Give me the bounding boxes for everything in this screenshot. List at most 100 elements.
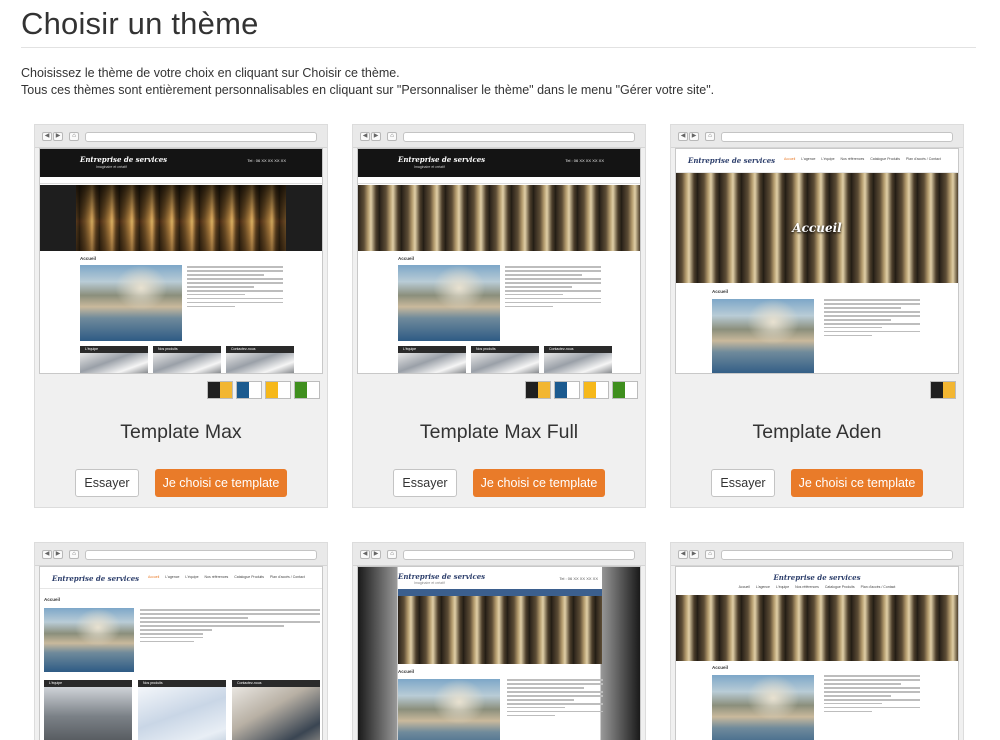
mock-photo bbox=[80, 265, 182, 341]
home-icon: ⌂ bbox=[387, 550, 397, 559]
swatch-color-2[interactable] bbox=[236, 381, 262, 399]
page-title: Choisir un thème bbox=[21, 6, 259, 41]
intro-line-2: Tous ces thèmes sont entièrement personn… bbox=[21, 83, 715, 97]
mock-photo bbox=[712, 299, 814, 373]
mock-box: Contactez-nous bbox=[544, 346, 612, 373]
forward-icon: ▶ bbox=[371, 132, 381, 141]
choose-template-button[interactable]: Je choisi ce template bbox=[473, 469, 605, 497]
swatch-color-1[interactable] bbox=[525, 381, 551, 399]
template-card-aden: ◀ ▶ ⌂ Entreprise de services Accueil L'ag… bbox=[670, 124, 964, 508]
mock-phone: Tel : 06 XX XX XX XX bbox=[559, 576, 598, 581]
home-icon: ⌂ bbox=[69, 132, 79, 141]
swatch-color-3[interactable] bbox=[265, 381, 291, 399]
template-preview[interactable]: Entreprise de services Imaginaire et cré… bbox=[357, 148, 641, 374]
swatch-color-3[interactable] bbox=[583, 381, 609, 399]
back-icon: ◀ bbox=[360, 550, 370, 559]
mock-logo: Entreprise de services bbox=[773, 573, 861, 582]
browser-chrome: ◀ ▶ ⌂ bbox=[671, 543, 963, 566]
try-button[interactable]: Essayer bbox=[711, 469, 775, 497]
mock-box: Nos produits bbox=[471, 346, 539, 373]
mock-text bbox=[824, 299, 920, 339]
forward-icon: ▶ bbox=[371, 550, 381, 559]
color-swatches bbox=[930, 381, 956, 399]
mock-nav: AccueilL'agenceL'équipeNos référencesCat… bbox=[784, 157, 941, 161]
url-bar bbox=[403, 550, 635, 560]
url-bar bbox=[85, 132, 317, 142]
mock-photo bbox=[398, 265, 500, 341]
forward-icon: ▶ bbox=[689, 132, 699, 141]
url-bar bbox=[85, 550, 317, 560]
url-bar bbox=[721, 132, 953, 142]
back-icon: ◀ bbox=[42, 550, 52, 559]
forward-icon: ▶ bbox=[689, 550, 699, 559]
swatch-color-1[interactable] bbox=[930, 381, 956, 399]
mock-logo: Entreprise de services bbox=[398, 155, 486, 164]
template-card-5: ◀ ▶ ⌂ Entreprise de services Imaginaire … bbox=[352, 542, 646, 740]
mock-header: Entreprise de services Imaginaire et cré… bbox=[398, 567, 602, 589]
mock-section-title: Accueil bbox=[398, 256, 415, 261]
home-icon: ⌂ bbox=[387, 132, 397, 141]
back-icon: ◀ bbox=[42, 132, 52, 141]
browser-chrome: ◀ ▶ ⌂ bbox=[671, 125, 963, 148]
template-card-max: ◀ ▶ ⌂ Entreprise de services Imaginaire … bbox=[34, 124, 328, 508]
mock-section-title: Accueil bbox=[80, 256, 97, 261]
color-swatches bbox=[525, 381, 638, 399]
swatch-color-1[interactable] bbox=[207, 381, 233, 399]
template-preview[interactable]: Entreprise de services Imaginaire et cré… bbox=[357, 566, 641, 740]
mock-box: Contactez-nous bbox=[226, 346, 294, 373]
home-icon: ⌂ bbox=[705, 132, 715, 141]
mock-photo bbox=[712, 675, 814, 740]
template-preview[interactable]: Entreprise de services Accueil L'agence L'… bbox=[675, 148, 959, 374]
mock-logo: Entreprise de services bbox=[398, 572, 486, 581]
mock-phone: Tel : 06 XX XX XX XX bbox=[247, 158, 286, 163]
mock-text bbox=[187, 266, 283, 310]
url-bar bbox=[403, 132, 635, 142]
mock-hero-image bbox=[398, 596, 602, 664]
swatch-color-2[interactable] bbox=[554, 381, 580, 399]
mock-hero-image: Accueil bbox=[676, 173, 958, 283]
choose-template-button[interactable]: Je choisi ce template bbox=[155, 469, 287, 497]
mock-box: L'équipe bbox=[398, 346, 466, 373]
choose-template-button[interactable]: Je choisi ce template bbox=[791, 469, 923, 497]
mock-header: Entreprise de services Imaginaire et cré… bbox=[358, 149, 640, 177]
title-divider bbox=[21, 47, 976, 48]
template-preview[interactable]: Entreprise de services Imaginaire et cré… bbox=[39, 148, 323, 374]
template-card-max-full: ◀ ▶ ⌂ Entreprise de services Imaginaire … bbox=[352, 124, 646, 508]
mock-box: L'équipe bbox=[44, 680, 132, 740]
template-card-4: ◀ ▶ ⌂ Entreprise de services Accueil L'ag… bbox=[34, 542, 328, 740]
mock-logo: Entreprise de services bbox=[688, 156, 776, 165]
mock-hero-image bbox=[358, 185, 640, 251]
mock-nav: AccueilL'agenceL'équipeNos référencesCat… bbox=[358, 177, 640, 191]
mock-header: Entreprise de services Accueil L'agence L'… bbox=[40, 567, 322, 589]
mock-nav: AccueilL'agenceL'équipeNos référencesCat… bbox=[40, 177, 322, 191]
mock-text bbox=[140, 609, 320, 645]
url-bar bbox=[721, 550, 953, 560]
template-name: Template Max bbox=[120, 421, 242, 443]
mock-tagline: Imaginaire et créatif bbox=[414, 581, 445, 585]
mock-hero-image bbox=[40, 185, 322, 251]
template-preview[interactable]: Entreprise de services Accueil L'agence L'… bbox=[675, 566, 959, 740]
try-button[interactable]: Essayer bbox=[75, 469, 139, 497]
mock-box: Nos produits bbox=[138, 680, 226, 740]
forward-icon: ▶ bbox=[53, 132, 63, 141]
swatch-color-4[interactable] bbox=[612, 381, 638, 399]
template-name: Template Aden bbox=[752, 421, 882, 443]
mock-text bbox=[505, 266, 601, 310]
mock-photo bbox=[398, 679, 500, 740]
try-button[interactable]: Essayer bbox=[393, 469, 457, 497]
mock-tagline: Imaginaire et créatif bbox=[96, 165, 127, 169]
mock-text bbox=[824, 675, 920, 715]
mock-nav: AccueilL'agenceL'équipeNos référencesCat… bbox=[148, 575, 305, 579]
swatch-color-4[interactable] bbox=[294, 381, 320, 399]
template-preview[interactable]: Entreprise de services Accueil L'agence L'… bbox=[39, 566, 323, 740]
mock-logo: Entreprise de services bbox=[80, 155, 168, 164]
template-name: Template Max Full bbox=[419, 421, 579, 443]
mock-text bbox=[507, 679, 603, 719]
browser-chrome: ◀ ▶ ⌂ bbox=[35, 543, 327, 566]
mock-box: L'équipe bbox=[80, 346, 148, 373]
mock-logo: Entreprise de services bbox=[52, 574, 140, 583]
mock-box: Nos produits bbox=[153, 346, 221, 373]
mock-photo bbox=[44, 608, 134, 672]
intro-text: Choisissez le thème de votre choix en cl… bbox=[21, 65, 714, 99]
mock-hero-title: Accueil bbox=[792, 221, 842, 235]
